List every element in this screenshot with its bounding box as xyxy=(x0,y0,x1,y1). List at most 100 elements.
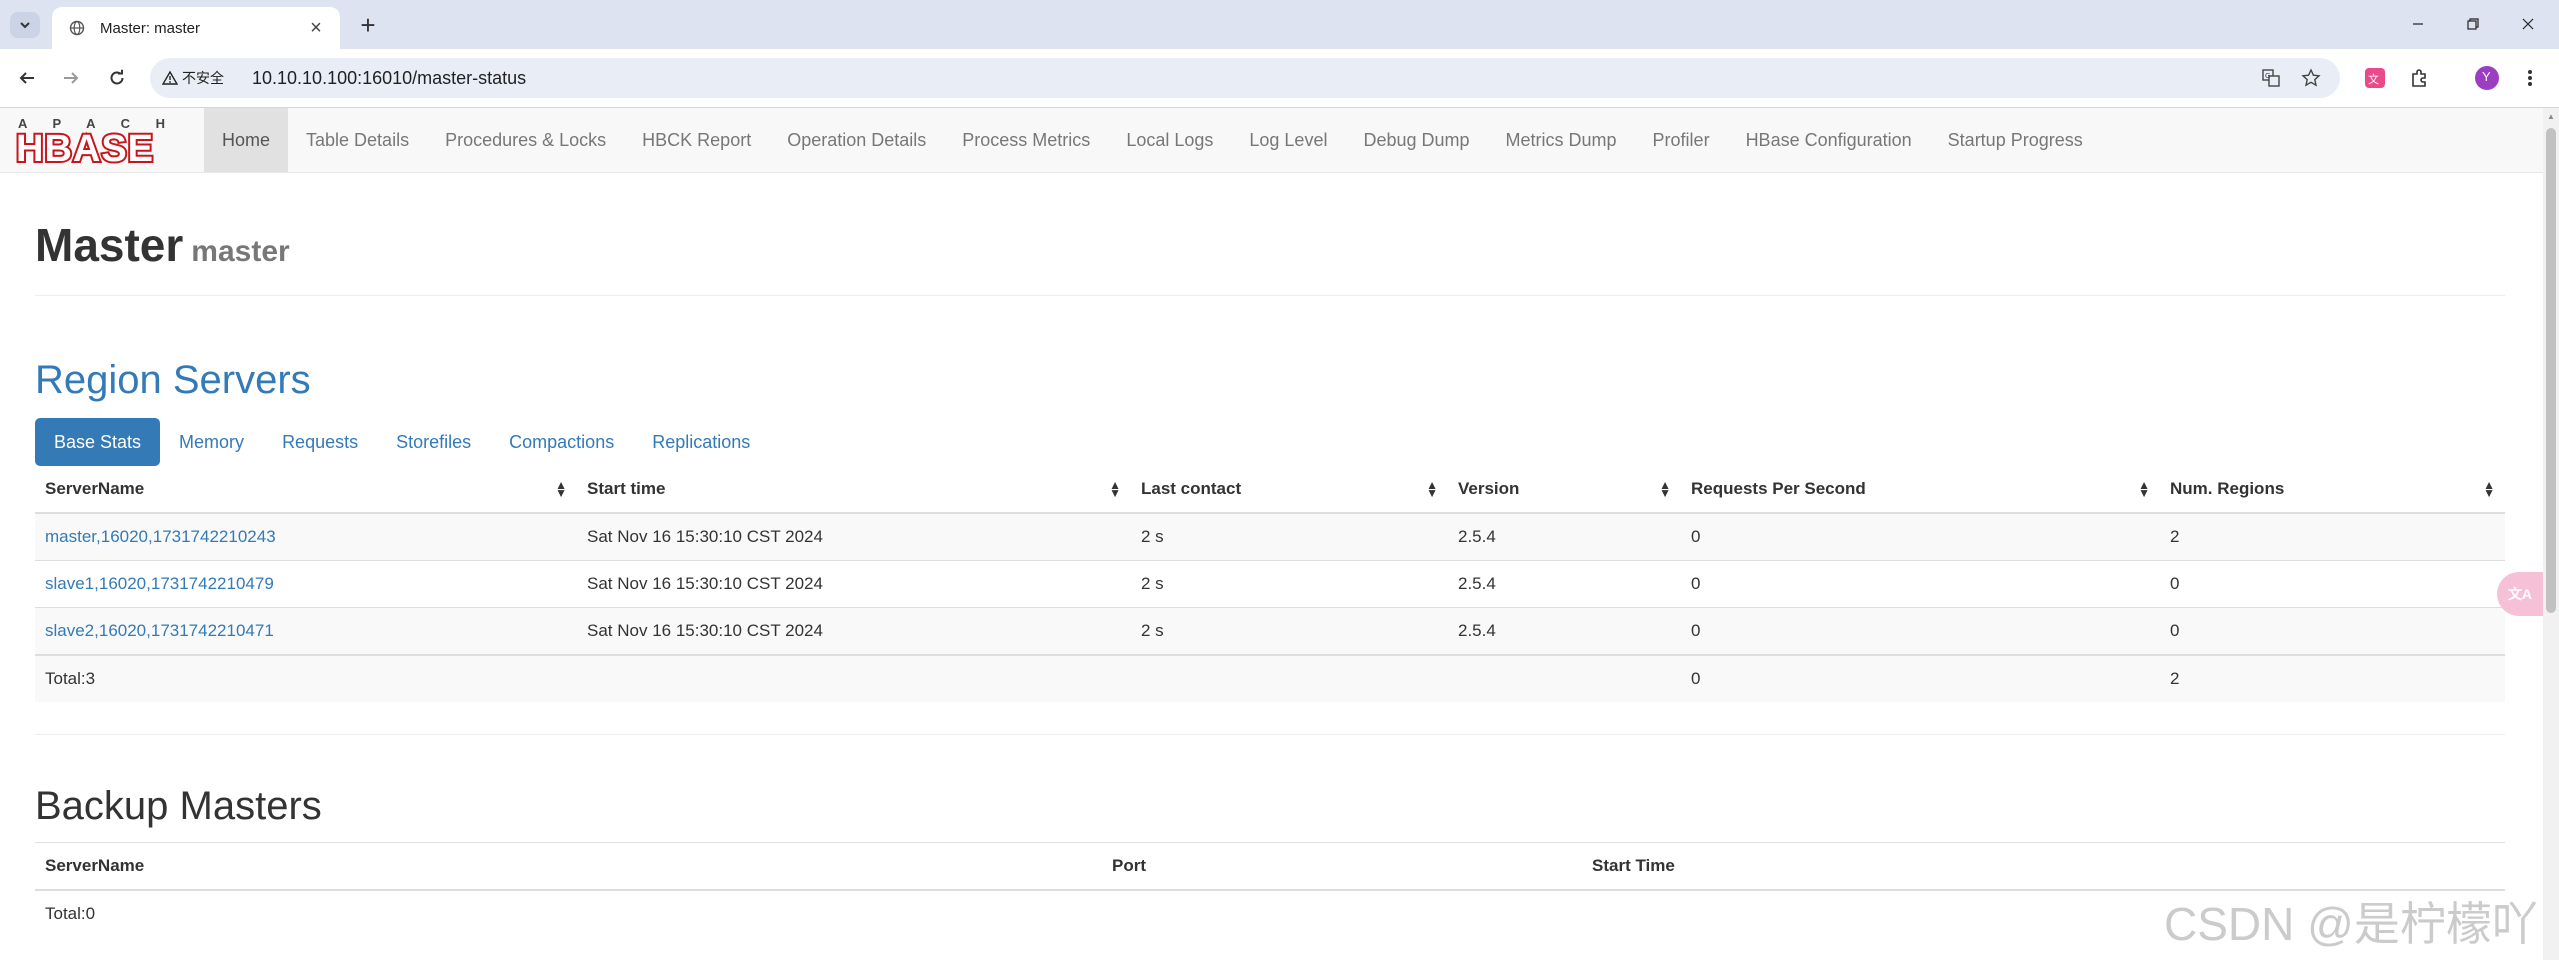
cell-start-time: Sat Nov 16 15:30:10 CST 2024 xyxy=(577,560,1131,608)
globe-icon xyxy=(68,19,86,37)
page-title: Master master xyxy=(35,218,290,272)
cell-requests-per-second: 0 xyxy=(1681,560,2160,608)
divider xyxy=(35,295,2505,296)
address-bar[interactable]: 不安全 10.10.10.100:16010/master-status G xyxy=(150,58,2340,98)
nav-log-level[interactable]: Log Level xyxy=(1231,108,1345,172)
bookmark-star-icon[interactable] xyxy=(2298,65,2324,91)
nav-table-details[interactable]: Table Details xyxy=(288,108,427,172)
sort-icon[interactable]: ▲ ▼ xyxy=(555,479,567,499)
sort-icon[interactable]: ▲ ▼ xyxy=(1659,479,1671,499)
tab-base-stats[interactable]: Base Stats xyxy=(35,418,161,466)
column-header-num-regions[interactable]: Num. Regions ▲ ▼ xyxy=(2160,466,2505,514)
profile-avatar[interactable]: Y xyxy=(2472,63,2502,93)
forward-arrow-icon[interactable] xyxy=(56,63,86,93)
table-header-row: ServerName Port Start Time xyxy=(35,842,2505,891)
cell-servername: master,16020,1731742210243 xyxy=(35,512,577,561)
back-arrow-icon[interactable] xyxy=(12,63,42,93)
tab-memory[interactable]: Memory xyxy=(160,418,263,466)
browser-toolbar: 不安全 10.10.10.100:16010/master-status G 文… xyxy=(0,49,2559,108)
browser-tab[interactable]: Master: master × xyxy=(52,7,340,49)
more-menu-icon[interactable] xyxy=(2515,63,2545,93)
url-text[interactable]: 10.10.10.100:16010/master-status xyxy=(252,68,526,89)
scrollbar-thumb[interactable] xyxy=(2546,128,2556,613)
security-indicator[interactable]: 不安全 xyxy=(162,67,224,89)
navbar-menu: Home Table Details Procedures & Locks HB… xyxy=(204,108,2101,172)
total-regions: 2 xyxy=(2160,654,2505,702)
server-link[interactable]: master,16020,1731742210243 xyxy=(45,527,276,546)
nav-operation-details[interactable]: Operation Details xyxy=(769,108,944,172)
backup-masters-table: ServerName Port Start Time Total:0 xyxy=(35,842,2505,937)
column-header-version[interactable]: Version ▲ ▼ xyxy=(1448,466,1681,514)
logo-hbase-text: HBASE xyxy=(16,128,154,164)
sort-icon[interactable]: ▲ ▼ xyxy=(1109,479,1121,499)
translator-extension-icon[interactable]: 文 xyxy=(2360,63,2390,93)
tab-replications[interactable]: Replications xyxy=(633,418,769,466)
divider xyxy=(35,734,2505,735)
server-link[interactable]: slave2,16020,1731742210471 xyxy=(45,621,274,640)
column-header-last-contact[interactable]: Last contact ▲ ▼ xyxy=(1131,466,1448,514)
sort-icon[interactable]: ▲ ▼ xyxy=(1426,479,1438,499)
browser-tab-strip: Master: master × + xyxy=(0,0,2559,49)
nav-hbase-configuration[interactable]: HBase Configuration xyxy=(1728,108,1930,172)
nav-profiler[interactable]: Profiler xyxy=(1635,108,1728,172)
hbase-logo[interactable]: A P A C H E HBASE HBASE xyxy=(14,116,199,172)
tab-list-button[interactable] xyxy=(10,12,40,38)
nav-process-metrics[interactable]: Process Metrics xyxy=(944,108,1108,172)
security-label: 不安全 xyxy=(182,70,224,86)
cell-version: 2.5.4 xyxy=(1448,607,1681,655)
restore-icon[interactable] xyxy=(2450,8,2496,40)
server-link[interactable]: slave1,16020,1731742210479 xyxy=(45,574,274,593)
cell-last-contact: 2 s xyxy=(1131,560,1448,608)
column-header-requests-per-second[interactable]: Requests Per Second ▲ ▼ xyxy=(1681,466,2160,514)
cell-servername: slave1,16020,1731742210479 xyxy=(35,560,577,608)
column-header-servername[interactable]: ServerName ▲ ▼ xyxy=(35,466,577,514)
cell-requests-per-second: 0 xyxy=(1681,607,2160,655)
nav-local-logs[interactable]: Local Logs xyxy=(1108,108,1231,172)
tab-requests[interactable]: Requests xyxy=(263,418,377,466)
nav-home[interactable]: Home xyxy=(204,108,289,172)
region-servers-heading[interactable]: Region Servers xyxy=(35,358,311,403)
page-subtitle: master xyxy=(191,235,290,268)
column-label: ServerName xyxy=(45,479,145,498)
minimize-icon[interactable] xyxy=(2395,8,2441,40)
floating-translate-button[interactable]: 文A xyxy=(2497,572,2543,616)
close-window-icon[interactable] xyxy=(2505,8,2551,40)
nav-debug-dump[interactable]: Debug Dump xyxy=(1345,108,1487,172)
nav-hbck-report[interactable]: HBCK Report xyxy=(624,108,769,172)
nav-procedures-locks[interactable]: Procedures & Locks xyxy=(427,108,624,172)
table-total-row: Total:0 xyxy=(35,890,2505,937)
column-header-start-time: Start Time xyxy=(1582,842,2505,891)
cell-start-time: Sat Nov 16 15:30:10 CST 2024 xyxy=(577,512,1131,561)
cell-requests-per-second: 0 xyxy=(1681,512,2160,561)
column-header-port: Port xyxy=(1102,842,1582,891)
sort-icon[interactable]: ▲ ▼ xyxy=(2483,479,2495,499)
total-requests: 0 xyxy=(1681,654,2160,702)
column-header-start-time[interactable]: Start time ▲ ▼ xyxy=(577,466,1131,514)
nav-startup-progress[interactable]: Startup Progress xyxy=(1930,108,2101,172)
table-header-row: ServerName ▲ ▼ Start time ▲ ▼ Last contact ▲ ▼… xyxy=(35,466,2505,514)
nav-metrics-dump[interactable]: Metrics Dump xyxy=(1488,108,1635,172)
column-label: Num. Regions xyxy=(2170,479,2285,498)
total-empty-cell xyxy=(577,654,1131,702)
watermark-text: CSDN @是柠檬吖 xyxy=(2164,898,2538,950)
cell-servername: slave2,16020,1731742210471 xyxy=(35,607,577,655)
cell-num-regions: 0 xyxy=(2160,607,2505,655)
cell-last-contact: 2 s xyxy=(1131,607,1448,655)
translate-icon[interactable]: G xyxy=(2258,65,2284,91)
extensions-puzzle-icon[interactable] xyxy=(2405,63,2435,93)
table-row: master,16020,1731742210243 Sat Nov 16 15… xyxy=(35,512,2505,561)
tab-storefiles[interactable]: Storefiles xyxy=(377,418,490,466)
close-tab-icon[interactable]: × xyxy=(304,16,328,40)
reload-icon[interactable] xyxy=(102,63,132,93)
scroll-up-arrow-icon[interactable]: ▲ xyxy=(2546,112,2556,122)
sort-icon[interactable]: ▲ ▼ xyxy=(2138,479,2150,499)
profile-initial: Y xyxy=(2482,69,2491,84)
column-label: Last contact xyxy=(1141,479,1242,498)
tab-compactions[interactable]: Compactions xyxy=(490,418,633,466)
cell-start-time: Sat Nov 16 15:30:10 CST 2024 xyxy=(577,607,1131,655)
svg-text:G: G xyxy=(2265,72,2270,80)
chevron-down-icon xyxy=(20,22,30,29)
column-header-servername: ServerName xyxy=(35,842,1102,891)
new-tab-button[interactable]: + xyxy=(352,10,384,40)
table-row: slave2,16020,1731742210471 Sat Nov 16 15… xyxy=(35,607,2505,655)
